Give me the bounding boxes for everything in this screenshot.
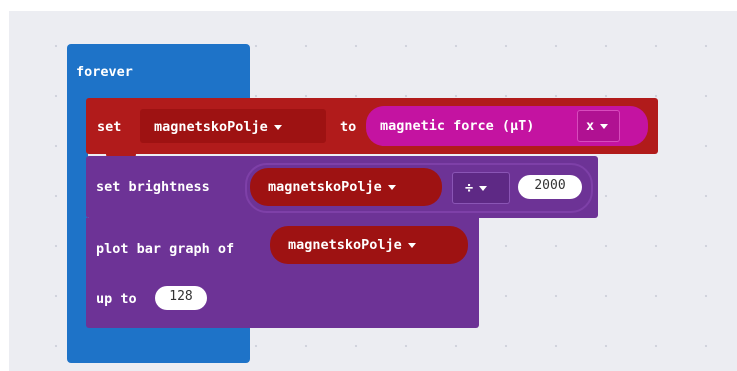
up-to-label: up to xyxy=(96,291,137,307)
chevron-down-icon xyxy=(600,123,609,129)
operator-dropdown[interactable]: ÷ xyxy=(452,172,510,204)
chevron-down-icon xyxy=(407,242,416,248)
chevron-down-icon xyxy=(479,185,488,191)
set-label: set xyxy=(97,119,122,135)
divisor-input[interactable]: 2000 xyxy=(518,175,582,199)
forever-block-arm xyxy=(67,100,88,340)
axis-dropdown[interactable]: x xyxy=(577,110,620,142)
chevron-down-icon xyxy=(273,124,282,130)
plot-variable-dropdown[interactable]: magnetskoPolje xyxy=(270,226,468,264)
magnetic-force-reporter[interactable]: magnetic force (µT) x xyxy=(366,106,648,146)
chevron-down-icon xyxy=(387,184,396,190)
set-brightness-label: set brightness xyxy=(96,179,210,195)
axis-value: x xyxy=(586,118,595,134)
magnetic-force-label: magnetic force (µT) xyxy=(380,118,535,134)
set-variable-name: magnetskoPolje xyxy=(154,119,268,135)
brightness-variable-name: magnetskoPolje xyxy=(268,179,382,195)
plot-variable-name: magnetskoPolje xyxy=(288,237,402,253)
operator-value: ÷ xyxy=(465,180,474,196)
set-variable-dropdown[interactable]: magnetskoPolje xyxy=(140,109,326,143)
forever-label: forever xyxy=(76,64,133,80)
up-to-input[interactable]: 128 xyxy=(155,286,207,310)
plot-bar-graph-label: plot bar graph of xyxy=(96,241,235,257)
forever-block-bottom xyxy=(67,326,250,363)
to-label: to xyxy=(340,119,357,135)
brightness-variable-dropdown[interactable]: magnetskoPolje xyxy=(250,168,442,206)
